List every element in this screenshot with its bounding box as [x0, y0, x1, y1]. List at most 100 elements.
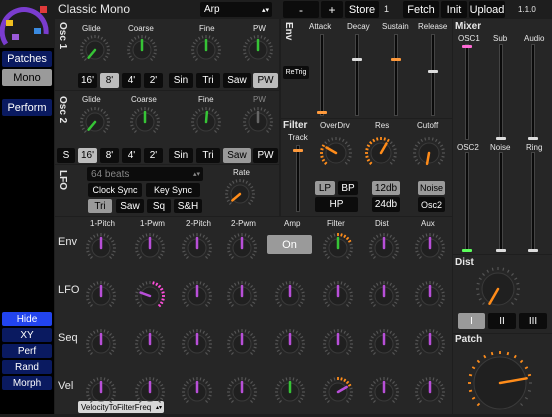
osc2-octave-8[interactable]: 8'	[100, 148, 119, 163]
osc1-octave-8[interactable]: 8'	[100, 73, 119, 88]
filter-12db-button[interactable]: 12db	[372, 181, 400, 195]
osc2-pw-knob[interactable]	[241, 105, 275, 139]
mixer-noise-slider-thumb[interactable]	[496, 249, 506, 252]
matrix-knob-vel-filter[interactable]	[321, 375, 355, 409]
matrix-knob-env-1-pwm[interactable]	[133, 231, 167, 265]
store-button[interactable]: Store	[345, 1, 379, 18]
arp-select[interactable]: Arp ▴▾	[200, 2, 272, 17]
xy-button[interactable]: XY	[2, 328, 52, 342]
filter-noise-button[interactable]: Noise	[418, 181, 445, 195]
matrix-knob-seq-filter[interactable]	[321, 327, 355, 361]
env-decay-slider[interactable]	[352, 34, 362, 116]
matrix-knob-env-aux[interactable]	[413, 231, 447, 265]
clock-sync-button[interactable]: Clock Sync	[88, 183, 142, 197]
matrix-knob-env-2-pwm[interactable]	[225, 231, 259, 265]
osc1-wave-tri[interactable]: Tri	[196, 73, 220, 88]
filter-osc2-button[interactable]: Osc2	[418, 197, 445, 212]
upload-button[interactable]: Upload	[469, 1, 505, 18]
dist-mode-i[interactable]: I	[458, 313, 485, 329]
lfo-beats-select[interactable]: 64 beats ▴▾	[87, 167, 203, 181]
mixer-ring-slider[interactable]	[528, 152, 538, 252]
filter-24db-button[interactable]: 24db	[372, 197, 400, 212]
matrix-knob-seq-dist[interactable]	[367, 327, 401, 361]
amp-on-button[interactable]: On	[267, 235, 312, 254]
retrig-button[interactable]: ReTrig	[283, 66, 309, 79]
matrix-knob-lfo-dist[interactable]	[367, 279, 401, 313]
matrix-knob-env-dist[interactable]	[367, 231, 401, 265]
filter-res-knob[interactable]	[363, 135, 399, 171]
lfo-wave-sq[interactable]: Sq	[147, 199, 171, 213]
matrix-knob-lfo-aux[interactable]	[413, 279, 447, 313]
patch-knob[interactable]	[466, 349, 534, 417]
filter-track-slider-thumb[interactable]	[293, 149, 303, 153]
mixer-sub-slider[interactable]	[496, 44, 506, 140]
matrix-knob-lfo-1-pitch[interactable]	[84, 279, 118, 313]
matrix-knob-env-2-pitch[interactable]	[180, 231, 214, 265]
matrix-knob-vel-1-pwm[interactable]	[133, 375, 167, 409]
osc1-octave-16[interactable]: 16'	[78, 73, 97, 88]
osc2-wave-saw[interactable]: Saw	[223, 148, 251, 163]
env-attack-slider[interactable]	[317, 34, 327, 116]
matrix-knob-lfo-amp[interactable]	[273, 279, 307, 313]
matrix-knob-seq-1-pwm[interactable]	[133, 327, 167, 361]
osc1-octave-2[interactable]: 2'	[144, 73, 163, 88]
osc2-octave-4[interactable]: 4'	[122, 148, 141, 163]
env-sustain-slider[interactable]	[391, 34, 401, 116]
osc1-coarse-knob[interactable]	[125, 33, 159, 67]
matrix-knob-vel-1-pitch[interactable]	[84, 375, 118, 409]
filter-overdrive-knob[interactable]	[318, 135, 354, 171]
plus-button[interactable]: +	[321, 1, 343, 18]
osc1-wave-pw[interactable]: PW	[253, 73, 278, 88]
matrix-knob-seq-amp[interactable]	[273, 327, 307, 361]
init-button[interactable]: Init	[441, 1, 467, 18]
mixer-osc1-slider[interactable]	[462, 44, 472, 140]
perform-button[interactable]: Perform	[2, 99, 52, 116]
osc2-fine-knob[interactable]	[189, 105, 223, 139]
morph-button[interactable]: Morph	[2, 376, 52, 390]
osc2-coarse-knob[interactable]	[128, 105, 162, 139]
osc1-wave-sin[interactable]: Sin	[169, 73, 193, 88]
matrix-knob-lfo-1-pwm[interactable]	[133, 279, 167, 313]
matrix-knob-vel-2-pitch[interactable]	[180, 375, 214, 409]
mixer-audio-slider-thumb[interactable]	[528, 137, 538, 140]
matrix-knob-env-filter[interactable]	[321, 231, 355, 265]
matrix-knob-seq-2-pitch[interactable]	[180, 327, 214, 361]
mixer-osc1-slider-thumb[interactable]	[462, 45, 472, 48]
osc2-wave-tri[interactable]: Tri	[196, 148, 220, 163]
env-decay-slider-thumb[interactable]	[352, 58, 362, 62]
osc1-octave-4[interactable]: 4'	[122, 73, 141, 88]
matrix-knob-lfo-2-pitch[interactable]	[180, 279, 214, 313]
env-release-slider-thumb[interactable]	[428, 70, 438, 74]
matrix-knob-vel-amp[interactable]	[273, 375, 307, 409]
mixer-audio-slider[interactable]	[528, 44, 538, 140]
osc1-fine-knob[interactable]	[189, 33, 223, 67]
dist-mode-iii[interactable]: III	[519, 313, 547, 329]
hide-button[interactable]: Hide	[2, 312, 52, 326]
matrix-knob-seq-1-pitch[interactable]	[84, 327, 118, 361]
lfo-rate-knob[interactable]	[223, 177, 257, 211]
osc2-wave-sin[interactable]: Sin	[169, 148, 193, 163]
dist-mode-ii[interactable]: II	[488, 313, 516, 329]
minus-button[interactable]: -	[283, 1, 319, 18]
lfo-wave-sh[interactable]: S&H	[174, 199, 202, 213]
osc1-wave-saw[interactable]: Saw	[223, 73, 251, 88]
osc2-wave-pw[interactable]: PW	[253, 148, 278, 163]
patches-button[interactable]: Patches	[2, 51, 52, 67]
fetch-button[interactable]: Fetch	[403, 1, 439, 18]
matrix-knob-env-1-pitch[interactable]	[84, 231, 118, 265]
matrix-knob-vel-2-pwm[interactable]	[225, 375, 259, 409]
osc1-glide-knob[interactable]	[78, 33, 112, 67]
mixer-noise-slider[interactable]	[496, 152, 506, 252]
mixer-osc2-slider[interactable]	[462, 152, 472, 252]
key-sync-button[interactable]: Key Sync	[146, 183, 200, 197]
matrix-knob-vel-dist[interactable]	[367, 375, 401, 409]
dist-knob[interactable]	[474, 265, 522, 313]
matrix-knob-lfo-filter[interactable]	[321, 279, 355, 313]
mono-button[interactable]: Mono	[2, 69, 52, 86]
env-attack-slider-thumb[interactable]	[317, 111, 327, 115]
lfo-wave-saw[interactable]: Saw	[116, 199, 144, 213]
matrix-knob-lfo-2-pwm[interactable]	[225, 279, 259, 313]
mixer-ring-slider-thumb[interactable]	[528, 249, 538, 252]
mixer-osc2-slider-thumb[interactable]	[462, 249, 472, 252]
filter-track-slider[interactable]	[293, 145, 303, 212]
